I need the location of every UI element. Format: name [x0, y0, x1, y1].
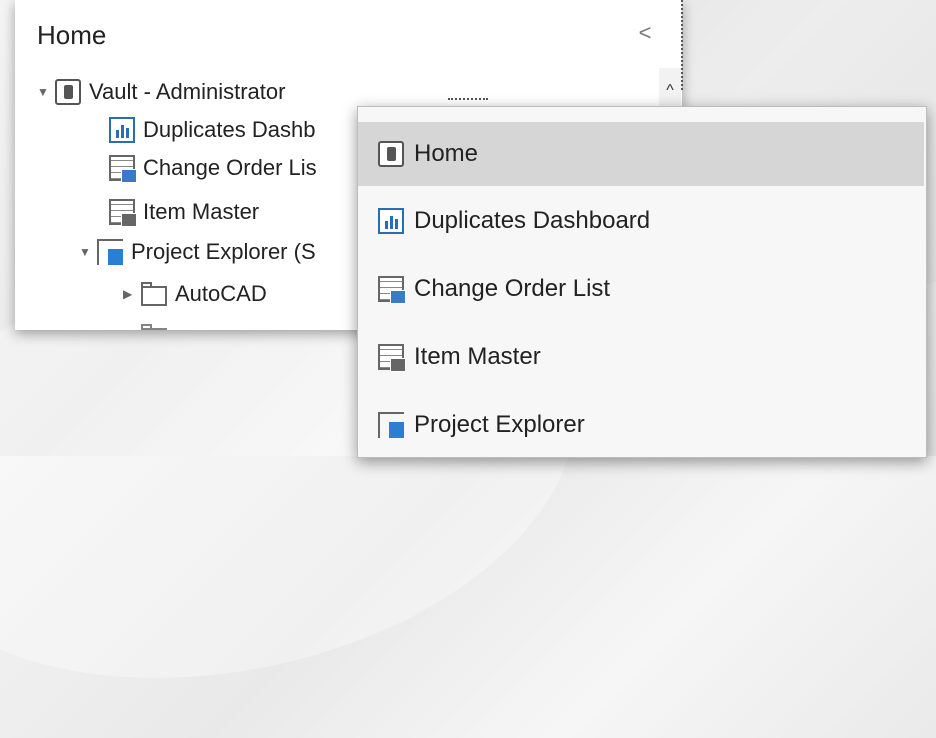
vault-icon — [378, 141, 404, 167]
menu-item-project-explorer[interactable]: Project Explorer — [358, 393, 924, 457]
tree-item-label: Duplicates Dashb — [143, 117, 316, 142]
menu-item-item-master[interactable]: Item Master — [358, 325, 924, 389]
library-icon — [141, 323, 167, 330]
expand-arrow-icon[interactable]: ▼ — [79, 245, 97, 259]
change-order-list-icon — [378, 276, 406, 304]
item-master-icon — [378, 344, 406, 372]
navigation-dropdown-menu: Home Duplicates Dashboard Change Order L… — [357, 106, 927, 458]
menu-item-label: Project Explorer — [414, 411, 585, 438]
tree-item-label: Vault - Administrator — [89, 79, 286, 104]
panel-title: Home — [37, 20, 107, 50]
tree-item-change-order-list[interactable]: Change Order Lis — [109, 148, 317, 188]
tree-item-label: AutoCAD — [175, 281, 267, 306]
vault-icon — [55, 79, 81, 105]
menu-item-label: Item Master — [414, 343, 541, 370]
menu-item-change-order-list[interactable]: Change Order List — [358, 257, 924, 321]
scroll-up-button[interactable]: ^ — [659, 82, 681, 100]
folder-icon — [141, 281, 167, 306]
menu-item-duplicates-dashboard[interactable]: Duplicates Dashboard — [358, 189, 924, 253]
tree-item-item-master[interactable]: Item Master — [109, 192, 259, 232]
menu-item-label: Home — [414, 140, 479, 167]
project-explorer-icon — [378, 412, 404, 438]
tree-item-label: Item Master — [143, 199, 260, 224]
item-master-icon — [109, 199, 137, 227]
tree-item-project-explorer[interactable]: ▼ Project Explorer (S — [79, 232, 316, 272]
collapse-panel-button[interactable]: < — [633, 18, 657, 48]
tree-item-vault[interactable]: ▼ Vault - Administrator — [37, 72, 285, 112]
expand-arrow-icon[interactable]: ▼ — [37, 85, 55, 99]
dashboard-icon — [109, 117, 135, 143]
menu-item-label: Change Order List — [414, 275, 611, 302]
dropdown-grip — [448, 98, 488, 100]
collapsed-arrow-icon[interactable]: ▶ — [123, 287, 141, 301]
menu-item-home[interactable]: Home — [358, 122, 924, 186]
dashboard-icon — [378, 208, 404, 234]
collapsed-arrow-icon: ▶ — [123, 329, 141, 330]
change-order-list-icon — [109, 155, 137, 183]
tree-item-duplicates-dashboard[interactable]: Duplicates Dashb — [109, 110, 315, 150]
splitter-handle[interactable] — [681, 0, 683, 90]
tree-item-partial: ▶ — [123, 316, 175, 330]
tree-item-label: Change Order Lis — [143, 155, 317, 180]
tree-item-autocad[interactable]: ▶ AutoCAD — [123, 274, 267, 314]
tree-item-label: Project Explorer (S — [131, 239, 316, 264]
menu-item-label: Duplicates Dashboard — [414, 207, 651, 234]
project-explorer-icon — [97, 239, 123, 265]
